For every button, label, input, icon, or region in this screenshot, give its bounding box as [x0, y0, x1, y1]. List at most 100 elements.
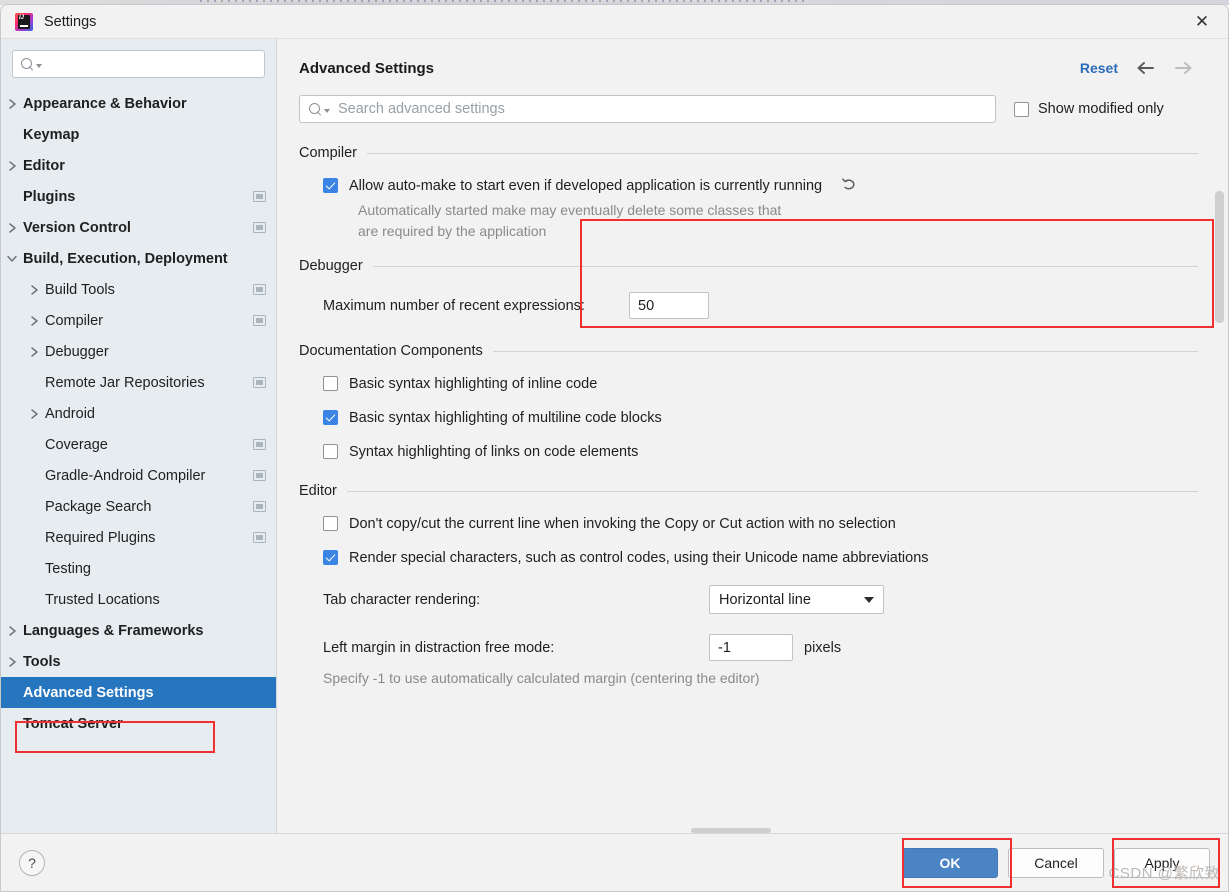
- screenshot-root: Settings ✕ Appearance & Behavior Keymap Ed…: [0, 0, 1229, 892]
- sidebar-item-appearance-behavior[interactable]: Appearance & Behavior: [1, 88, 276, 119]
- advanced-search-input[interactable]: Search advanced settings: [299, 95, 996, 123]
- sidebar-item-label: Advanced Settings: [23, 684, 154, 701]
- sidebar-item-advanced-settings[interactable]: Advanced Settings: [1, 677, 276, 708]
- sidebar-item-build-tools[interactable]: Build Tools: [1, 274, 276, 305]
- show-modified-only-checkbox[interactable]: Show modified only: [1014, 101, 1164, 117]
- search-icon: [309, 102, 322, 116]
- sidebar-item-version-control[interactable]: Version Control: [1, 212, 276, 243]
- sidebar-item-tools[interactable]: Tools: [1, 646, 276, 677]
- page-title: Advanced Settings: [299, 59, 435, 77]
- field-label: Maximum number of recent expressions:: [323, 297, 585, 314]
- sidebar-item-label: Testing: [45, 560, 91, 577]
- reset-link[interactable]: Reset: [1080, 60, 1118, 76]
- field-input-left-margin-in-distraction-free-mode[interactable]: -1: [709, 634, 793, 661]
- chevron-right-icon[interactable]: [23, 315, 45, 327]
- sidebar-item-trusted-locations[interactable]: Trusted Locations: [1, 584, 276, 615]
- group-header: Documentation Components: [299, 343, 1198, 359]
- settings-tree: Appearance & Behavior Keymap Editor Plugins…: [1, 84, 276, 833]
- sidebar-item-keymap[interactable]: Keymap: [1, 119, 276, 150]
- group-title: Documentation Components: [299, 343, 483, 359]
- chevron-down-icon[interactable]: [1, 254, 23, 263]
- checkbox-row-syntax-highlighting-of-links-on-code-elements[interactable]: Syntax highlighting of links on code ele…: [299, 435, 1198, 469]
- vertical-scrollbar-thumb[interactable]: [1215, 191, 1224, 323]
- combo-tab-character-rendering[interactable]: Horizontal line: [709, 585, 884, 614]
- settings-dialog: Settings ✕ Appearance & Behavior Keymap Ed…: [0, 4, 1229, 892]
- chevron-down-icon: [864, 596, 874, 603]
- sidebar-item-label: Package Search: [45, 498, 152, 515]
- sidebar-item-gradle-android-compiler[interactable]: Gradle-Android Compiler: [1, 460, 276, 491]
- settings-groups: Compiler Allow auto-make to start even if…: [277, 145, 1228, 689]
- combo-label: Tab character rendering:: [323, 591, 481, 608]
- project-settings-badge-icon: [253, 532, 266, 543]
- chevron-right-icon[interactable]: [1, 98, 23, 110]
- chevron-right-icon[interactable]: [1, 160, 23, 172]
- watermark: CSDN @繁欣致: [1108, 865, 1220, 882]
- group-header: Compiler: [299, 145, 1198, 161]
- sidebar-item-label: Coverage: [45, 436, 108, 453]
- settings-scroll-pane: Compiler Allow auto-make to start even if…: [277, 145, 1228, 833]
- checkbox-label: Don't copy/cut the current line when inv…: [349, 516, 896, 532]
- chevron-right-icon[interactable]: [1, 656, 23, 668]
- sidebar-item-required-plugins[interactable]: Required Plugins: [1, 522, 276, 553]
- chevron-down-icon: [324, 109, 330, 113]
- sidebar-item-build-execution-deployment[interactable]: Build, Execution, Deployment: [1, 243, 276, 274]
- checkbox-box[interactable]: [323, 444, 338, 459]
- field-input-maximum-number-of-recent-expressions[interactable]: 50: [629, 292, 709, 319]
- sidebar-item-testing[interactable]: Testing: [1, 553, 276, 584]
- sidebar-item-languages-frameworks[interactable]: Languages & Frameworks: [1, 615, 276, 646]
- checkbox-box[interactable]: [323, 178, 338, 193]
- checkbox-row-don-t-copy-cut-the-current-line-when-invoking-th[interactable]: Don't copy/cut the current line when inv…: [299, 507, 1198, 541]
- checkbox-row-allow-auto-make-to-start-even-if-developed-appli[interactable]: Allow auto-make to start even if develop…: [299, 169, 1198, 203]
- chevron-right-icon[interactable]: [23, 346, 45, 358]
- chevron-right-icon[interactable]: [23, 408, 45, 420]
- sidebar-item-label: Build, Execution, Deployment: [23, 250, 228, 267]
- option-description: Automatically started make may eventuall…: [358, 202, 782, 239]
- sidebar-item-android[interactable]: Android: [1, 398, 276, 429]
- sidebar-search-input[interactable]: [12, 50, 265, 78]
- sidebar-item-remote-jar-repositories[interactable]: Remote Jar Repositories: [1, 367, 276, 398]
- checkbox-label: Render special characters, such as contr…: [349, 550, 929, 566]
- chevron-right-icon[interactable]: [1, 625, 23, 637]
- field-row-maximum-number-of-recent-expressions: Maximum number of recent expressions: 50: [299, 282, 1198, 329]
- checkbox-row-render-special-characters-such-as-control-codes-[interactable]: Render special characters, such as contr…: [299, 541, 1198, 575]
- sidebar-item-plugins[interactable]: Plugins: [1, 181, 276, 212]
- ok-button[interactable]: OK: [902, 847, 998, 878]
- project-settings-badge-icon: [253, 439, 266, 450]
- checkbox-box[interactable]: [323, 550, 338, 565]
- sidebar-item-package-search[interactable]: Package Search: [1, 491, 276, 522]
- sidebar-item-coverage[interactable]: Coverage: [1, 429, 276, 460]
- checkbox-box[interactable]: [323, 376, 338, 391]
- sidebar-item-label: Debugger: [45, 343, 109, 360]
- content-header: Advanced Settings Reset Search advanced …: [277, 39, 1228, 123]
- chevron-right-icon[interactable]: [1, 222, 23, 234]
- sidebar-item-editor[interactable]: Editor: [1, 150, 276, 181]
- checkbox-box[interactable]: [323, 516, 338, 531]
- vertical-scrollbar[interactable]: [1215, 149, 1224, 829]
- checkbox-row-basic-syntax-highlighting-of-inline-code[interactable]: Basic syntax highlighting of inline code: [299, 367, 1198, 401]
- combo-row-tab-character-rendering: Tab character rendering: Horizontal line: [299, 575, 1198, 624]
- group-header: Debugger: [299, 258, 1198, 274]
- window-title: Settings: [44, 13, 97, 30]
- advanced-search-placeholder: Search advanced settings: [338, 101, 505, 117]
- sidebar-item-label: Remote Jar Repositories: [45, 374, 205, 391]
- checkbox-box[interactable]: [323, 410, 338, 425]
- sidebar-item-label: Build Tools: [45, 281, 115, 298]
- cancel-button[interactable]: Cancel: [1008, 847, 1104, 878]
- sidebar-item-compiler[interactable]: Compiler: [1, 305, 276, 336]
- sidebar-item-tomcat-server[interactable]: Tomcat Server: [1, 708, 276, 739]
- intellij-idea-icon: [15, 12, 33, 31]
- group-divider: [492, 350, 1198, 352]
- checkbox-row-basic-syntax-highlighting-of-multiline-code-bloc[interactable]: Basic syntax highlighting of multiline c…: [299, 401, 1198, 435]
- sidebar-item-label: Trusted Locations: [45, 591, 160, 608]
- group-divider: [372, 265, 1198, 267]
- revert-icon[interactable]: [841, 176, 858, 193]
- sidebar-item-label: Compiler: [45, 312, 104, 329]
- sidebar-item-debugger[interactable]: Debugger: [1, 336, 276, 367]
- chevron-right-icon[interactable]: [23, 284, 45, 296]
- sidebar-item-label: Gradle-Android Compiler: [45, 467, 206, 484]
- settings-group-editor: Editor Don't copy/cut the current line wh…: [299, 483, 1198, 689]
- sidebar-item-label: Android: [45, 405, 95, 422]
- close-icon[interactable]: ✕: [1176, 5, 1228, 38]
- help-button[interactable]: ?: [19, 849, 45, 876]
- arrow-left-icon[interactable]: [1134, 57, 1156, 79]
